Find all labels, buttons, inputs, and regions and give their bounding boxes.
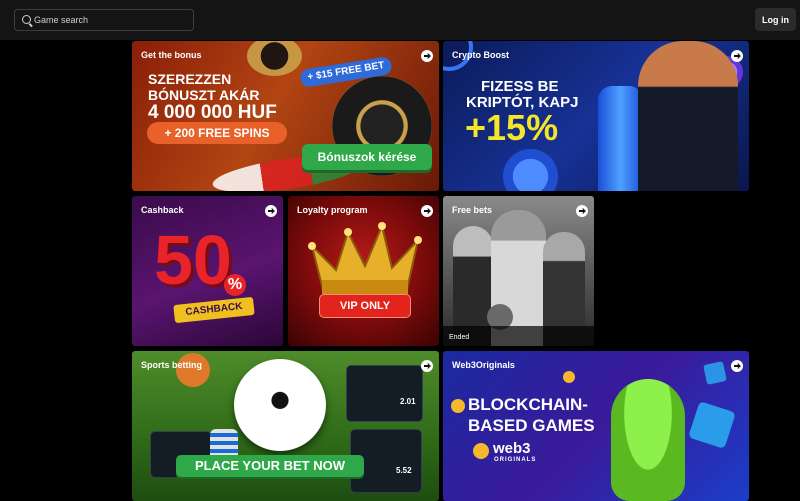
game-search-input[interactable] bbox=[34, 10, 189, 30]
character-image bbox=[638, 41, 738, 191]
status-label: Ended bbox=[449, 334, 470, 341]
alien-image bbox=[611, 379, 685, 501]
arrow-right-icon[interactable] bbox=[421, 360, 433, 372]
arrow-right-icon[interactable] bbox=[731, 360, 743, 372]
promo-card-web3-originals[interactable]: Web3Originals BLOCKCHAIN- BASED GAMES we… bbox=[443, 351, 749, 501]
card-title: Sports betting bbox=[141, 360, 202, 370]
soccer-ball-image bbox=[234, 359, 326, 451]
promo-line: BÓNUSZT AKÁR bbox=[148, 87, 260, 103]
promo-line: BASED GAMES bbox=[468, 416, 595, 435]
card-title: Loyalty program bbox=[297, 205, 368, 215]
card-title: Web3Originals bbox=[452, 360, 515, 370]
cashback-percent: % bbox=[224, 274, 246, 296]
get-bonuses-button[interactable]: Bónuszok kérése bbox=[302, 144, 432, 170]
casino-chip-image bbox=[247, 41, 302, 76]
promo-card-sports-betting[interactable]: Sports betting 2.01 5.52 PLACE YOUR BET … bbox=[132, 351, 439, 501]
arrow-right-icon[interactable] bbox=[576, 205, 588, 217]
web3-logo-subtext: ORIGINALS bbox=[494, 457, 537, 463]
basketball-image bbox=[176, 353, 210, 387]
bottle-image bbox=[598, 86, 643, 191]
top-bar: Log in bbox=[0, 0, 800, 40]
free-spins-badge: + 200 FREE SPINS bbox=[147, 122, 287, 144]
arrow-right-icon[interactable] bbox=[421, 50, 433, 62]
place-bet-button[interactable]: PLACE YOUR BET NOW bbox=[176, 455, 364, 477]
crypto-coin-image bbox=[503, 149, 558, 191]
boost-percentage: +15% bbox=[465, 107, 559, 148]
promo-line: BLOCKCHAIN- bbox=[468, 395, 588, 414]
promo-line: SZEREZZEN bbox=[148, 71, 232, 87]
cashback-ribbon: CASHBACK bbox=[173, 296, 255, 324]
promo-card-cashback[interactable]: Cashback 50 % CASHBACK bbox=[132, 196, 283, 346]
login-button[interactable]: Log in bbox=[755, 8, 796, 31]
cube-image bbox=[703, 361, 727, 385]
arrow-right-icon[interactable] bbox=[265, 205, 277, 217]
cashback-number: 50 bbox=[154, 221, 232, 299]
coin-image bbox=[451, 399, 465, 413]
promo-line: FIZESS BE bbox=[481, 78, 559, 95]
card-title: Cashback bbox=[141, 205, 184, 215]
odds-value: 2.01 bbox=[400, 397, 416, 406]
promo-card-loyalty-program[interactable]: Loyalty program VIP ONLY bbox=[288, 196, 439, 346]
web3-logo-text: web3 bbox=[493, 440, 531, 457]
card-title: Free bets bbox=[452, 205, 493, 215]
promo-card-get-the-bonus[interactable]: Get the bonus SZEREZZEN BÓNUSZT AKÁR 4 0… bbox=[132, 41, 439, 191]
promo-amount: 4 000 000 HUF bbox=[148, 102, 277, 123]
promo-card-crypto-boost[interactable]: Crypto Boost FIZESS BE KRIPTÓT, KAPJ +15… bbox=[443, 41, 749, 191]
game-search-box[interactable] bbox=[14, 9, 194, 31]
cube-image bbox=[688, 401, 736, 449]
vip-only-badge: VIP ONLY bbox=[319, 294, 411, 318]
card-title: Crypto Boost bbox=[452, 50, 509, 60]
arrow-right-icon[interactable] bbox=[421, 205, 433, 217]
promo-card-free-bets[interactable]: Free bets Ended bbox=[443, 196, 594, 346]
search-icon bbox=[22, 15, 31, 24]
web3-logo-icon bbox=[473, 443, 489, 459]
crown-icon bbox=[308, 222, 422, 295]
arrow-right-icon[interactable] bbox=[731, 50, 743, 62]
bet-slip-card bbox=[346, 365, 423, 422]
card-title: Get the bonus bbox=[141, 50, 202, 60]
coin-image bbox=[563, 371, 575, 383]
odds-value: 5.52 bbox=[396, 466, 412, 475]
